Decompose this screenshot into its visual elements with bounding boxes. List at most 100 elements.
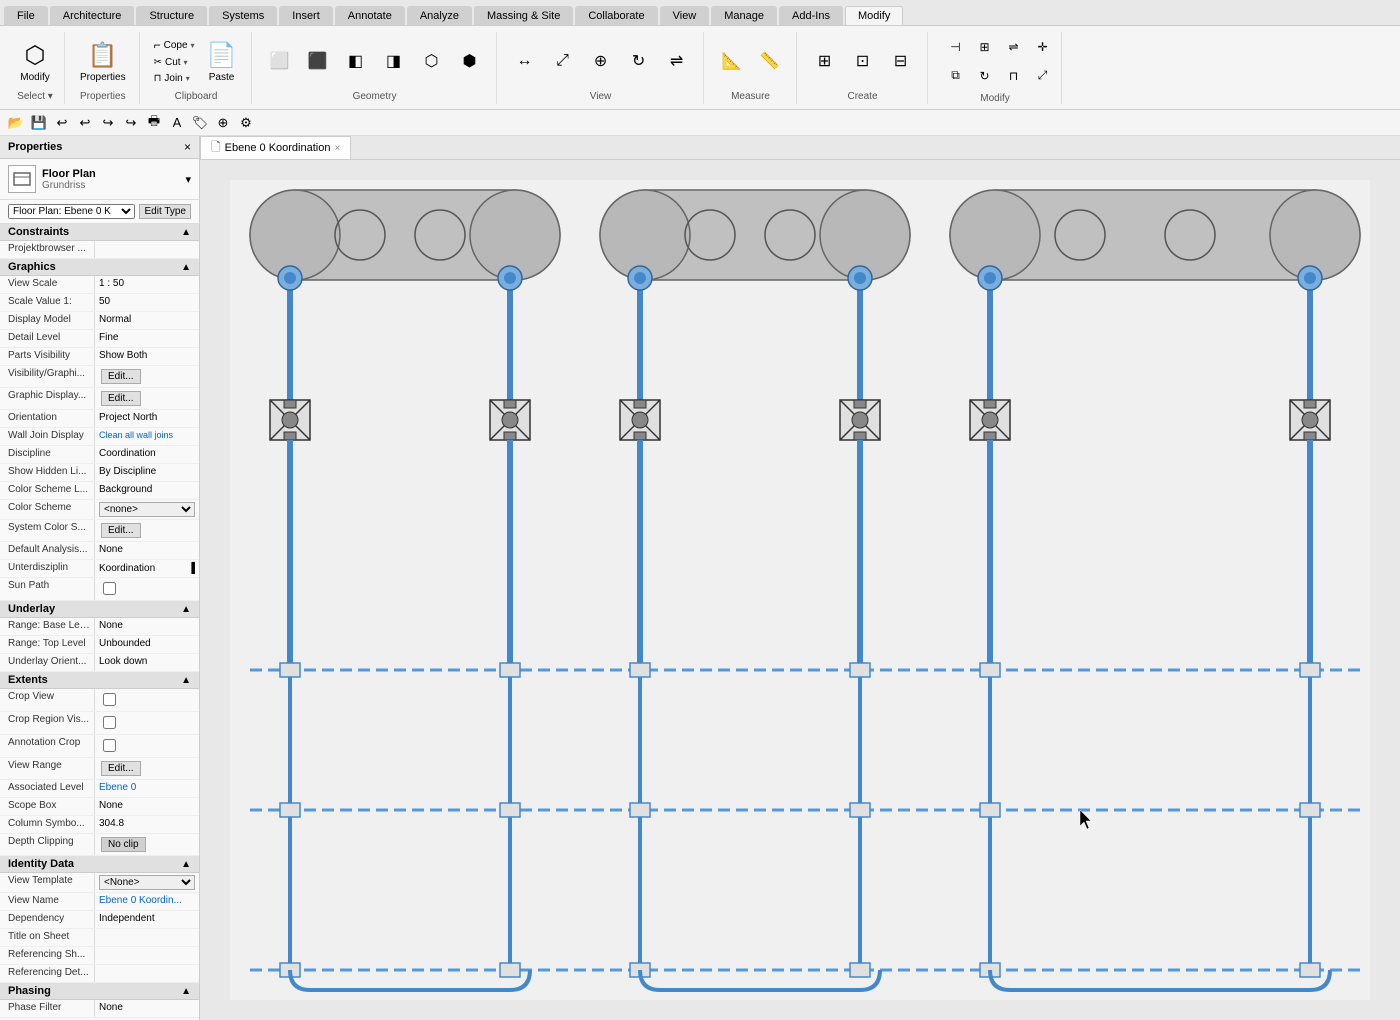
view-range-edit-btn[interactable]: Edit... (101, 761, 141, 776)
geometry-btn6[interactable]: ⬢ (452, 46, 488, 76)
extents-header[interactable]: Extents ▲ (0, 672, 199, 689)
crop-region-checkbox[interactable] (103, 716, 116, 729)
select-button[interactable]: ⬡ Modify (14, 37, 56, 86)
tank-3 (950, 190, 1360, 280)
create-icon1: ⊞ (813, 49, 837, 73)
drawing-canvas[interactable] (200, 160, 1400, 1020)
qa-undo2-btn[interactable]: ↩ (75, 113, 95, 133)
qa-text-btn[interactable]: A (167, 113, 187, 133)
view-btn2[interactable]: ⤢ (545, 46, 581, 76)
qa-save-btn[interactable]: 💾 (29, 113, 49, 133)
create-btn1[interactable]: ⊞ (807, 46, 843, 76)
type-selector: Floor Plan Grundriss ▾ (0, 159, 199, 200)
edit-type-btn[interactable]: Edit Type (139, 204, 191, 219)
identity-data-header[interactable]: Identity Data ▲ (0, 856, 199, 873)
tab-modify[interactable]: Modify (845, 6, 903, 25)
phasing-header[interactable]: Phasing ▲ (0, 983, 199, 1000)
trim-icon: ⊓ (1002, 64, 1026, 88)
tab-collaborate[interactable]: Collaborate (575, 6, 657, 25)
valve-t3-right (1290, 400, 1330, 440)
create-btn2[interactable]: ⊡ (845, 46, 881, 76)
crop-view-checkbox[interactable] (103, 693, 116, 706)
default-analysis-row: Default Analysis... None (0, 542, 199, 560)
tab-annotate[interactable]: Annotate (335, 6, 405, 25)
qa-print-btn[interactable]: 🖶 (144, 113, 164, 133)
cope-label: Cope (164, 40, 188, 51)
sun-path-checkbox[interactable] (103, 582, 116, 595)
geometry-btn3[interactable]: ◧ (338, 46, 374, 76)
canvas-tab-ebene[interactable]: 🗋 Ebene 0 Koordination × (200, 136, 351, 159)
type-dropdown-arrow[interactable]: ▾ (185, 173, 191, 186)
scale-value-label: Scale Value 1: (0, 294, 95, 311)
annotation-crop-checkbox[interactable] (103, 739, 116, 752)
ribbon-group-items-geometry: ⬜ ⬛ ◧ ◨ ⬡ ⬢ (262, 34, 488, 89)
view-range-label: View Range (0, 758, 95, 779)
cut-button[interactable]: ✂ Cut ▾ (150, 55, 199, 70)
graphics-header[interactable]: Graphics ▲ (0, 259, 199, 276)
ribbon-group-properties: 📋 Properties Properties (67, 32, 140, 104)
tab-manage[interactable]: Manage (711, 6, 777, 25)
annotation-crop-row: Annotation Crop (0, 735, 199, 758)
tab-massing[interactable]: Massing & Site (474, 6, 573, 25)
paste-button[interactable]: 📄 Paste (201, 37, 243, 86)
view-btn3[interactable]: ⊕ (583, 46, 619, 76)
tab-systems[interactable]: Systems (209, 6, 277, 25)
create-btn3[interactable]: ⊟ (883, 46, 919, 76)
tab-file[interactable]: File (4, 6, 48, 25)
system-color-edit-btn[interactable]: Edit... (101, 523, 141, 538)
underlay-header[interactable]: Underlay ▲ (0, 601, 199, 618)
join-button[interactable]: ⊓ Join ▾ (150, 71, 199, 86)
geometry-btn4[interactable]: ◨ (376, 46, 412, 76)
scale-btn[interactable]: ⤢ (1025, 63, 1061, 91)
rotate-icon: ↻ (973, 64, 997, 88)
tab-view[interactable]: View (660, 6, 710, 25)
tab-insert[interactable]: Insert (279, 6, 333, 25)
geometry-btn5[interactable]: ⬡ (414, 46, 450, 76)
properties-button[interactable]: 📋 Properties (75, 37, 131, 86)
properties-icon: 📋 (87, 40, 119, 72)
tab-analyze[interactable]: Analyze (407, 6, 472, 25)
measure-btn1[interactable]: 📐 (714, 46, 750, 76)
properties-group-label: Properties (80, 89, 126, 102)
constraints-header[interactable]: Constraints ▲ (0, 224, 199, 241)
canvas-tab-close[interactable]: × (334, 143, 340, 154)
constraints-toggle: ▲ (181, 227, 191, 238)
geometry-icon5: ⬡ (420, 49, 444, 73)
geometry-btn2[interactable]: ⬛ (300, 46, 336, 76)
visibility-edit-btn[interactable]: Edit... (101, 369, 141, 384)
move-btn[interactable]: ✛ (1025, 34, 1061, 62)
tab-structure[interactable]: Structure (136, 6, 207, 25)
cope-icon: ⌐ (154, 38, 161, 52)
modify-group-label: Modify (980, 91, 1009, 104)
conn-t3l-mid (980, 803, 1000, 817)
geometry-btn1[interactable]: ⬜ (262, 46, 298, 76)
sun-path-value (95, 578, 199, 600)
projektbrowser-input[interactable] (99, 243, 195, 254)
tab-architecture[interactable]: Architecture (50, 6, 135, 25)
measure-btn2[interactable]: 📏 (752, 46, 788, 76)
floor-plan-selector[interactable]: Floor Plan: Ebene 0 K (8, 204, 135, 219)
cope-arrow: ▾ (191, 41, 195, 50)
view-btn5[interactable]: ⇌ (659, 46, 695, 76)
properties-close-btn[interactable]: × (184, 140, 191, 154)
qa-redo2-btn[interactable]: ↪ (121, 113, 141, 133)
qa-undo-btn[interactable]: ↩ (52, 113, 72, 133)
qa-redo-btn[interactable]: ↪ (98, 113, 118, 133)
underlay-label: Underlay (8, 603, 55, 615)
color-scheme-select[interactable]: <none> (99, 502, 195, 517)
tab-addins[interactable]: Add-Ins (779, 6, 843, 25)
view-btn4[interactable]: ↻ (621, 46, 657, 76)
qa-tag-btn[interactable]: 🏷 (190, 113, 210, 133)
cope-button[interactable]: ⌐ Cope ▾ (150, 36, 199, 54)
qa-open-btn[interactable]: 📂 (6, 113, 26, 133)
view-template-select[interactable]: <None> (99, 875, 195, 890)
view-btn1[interactable]: ↔ (507, 46, 543, 76)
qa-settings-btn[interactable]: ⚙ (236, 113, 256, 133)
valve-t2-left (620, 400, 660, 440)
qa-measure-btn[interactable]: ⊕ (213, 113, 233, 133)
depth-clipping-btn[interactable]: No clip (101, 837, 146, 852)
quick-access-toolbar: 📂 💾 ↩ ↩ ↪ ↪ 🖶 A 🏷 ⊕ ⚙ (0, 110, 1400, 136)
create-group-label: Create (848, 89, 878, 102)
view-name-label: View Name (0, 893, 95, 910)
graphic-display-edit-btn[interactable]: Edit... (101, 391, 141, 406)
